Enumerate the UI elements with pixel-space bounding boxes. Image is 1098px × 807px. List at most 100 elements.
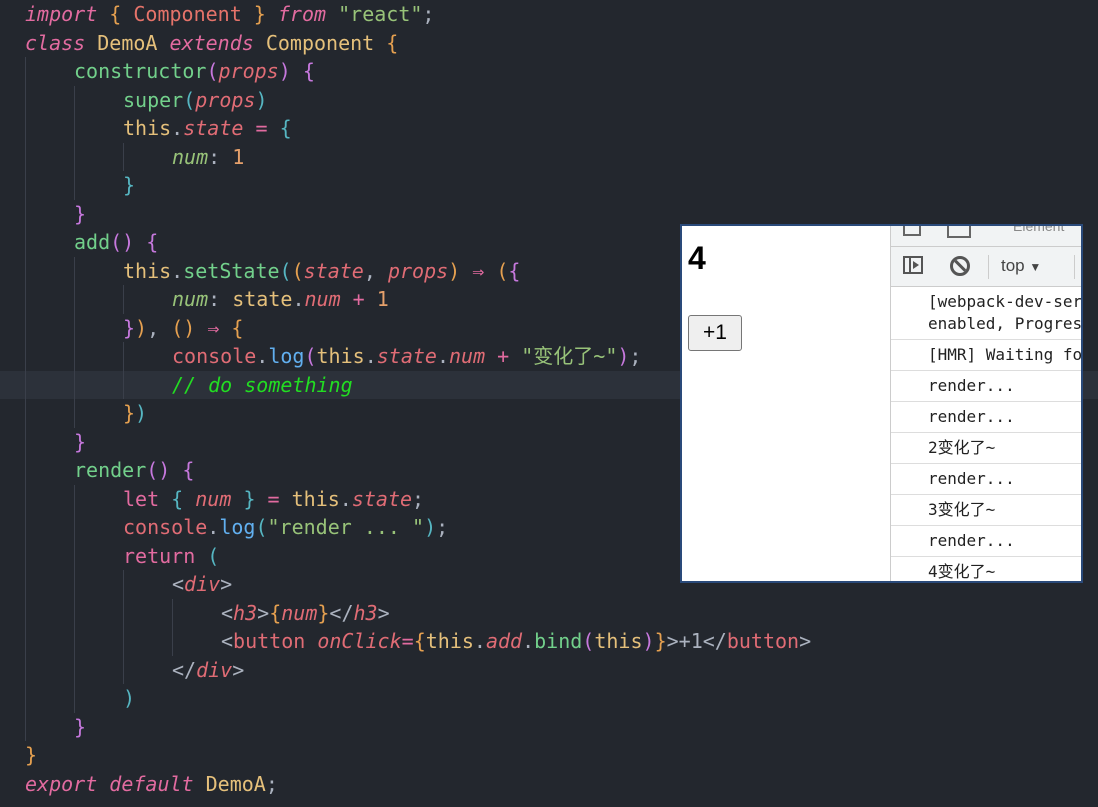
- code-line[interactable]: constructor(props) {: [0, 57, 1098, 86]
- indent-guide: [25, 655, 26, 684]
- code-token: bind: [534, 629, 583, 653]
- indent-guide: [74, 513, 75, 542]
- code-token: button: [233, 629, 306, 653]
- code-token: }: [25, 743, 38, 767]
- console-message: render...: [891, 526, 1081, 557]
- code-token: props: [195, 87, 256, 112]
- indent-guide: [25, 399, 26, 428]
- code-token: {: [231, 315, 244, 340]
- code-line[interactable]: num: 1: [0, 142, 1098, 171]
- code-token: .: [171, 116, 184, 140]
- indent-guide: [25, 85, 26, 114]
- indent-guide: [25, 370, 26, 399]
- clear-console-icon[interactable]: [950, 256, 970, 276]
- dropdown-arrow-icon: ▼: [1029, 260, 1042, 274]
- code-token: div: [196, 657, 233, 682]
- console-messages: [webpack-dev-server] enabled, Progress[H…: [891, 287, 1081, 581]
- code-token: state: [303, 258, 364, 283]
- code-text: this.setState((state, props) ⇒ ({: [123, 257, 520, 286]
- indent-guide: [25, 285, 26, 314]
- indent-guide: [74, 370, 75, 399]
- code-line[interactable]: </div>: [0, 655, 1098, 685]
- indent-guide: [74, 627, 75, 656]
- code-line[interactable]: export default DemoA;: [0, 770, 1098, 799]
- increment-button[interactable]: +1: [688, 315, 742, 351]
- code-line[interactable]: }: [0, 741, 1098, 770]
- code-token: 1: [232, 144, 245, 169]
- indent-guide: [74, 570, 75, 599]
- code-line[interactable]: this.state = {: [0, 114, 1098, 143]
- code-token: this: [594, 629, 643, 653]
- code-token: constructor: [74, 59, 207, 83]
- code-token: this: [291, 486, 340, 511]
- code-token: props: [387, 258, 449, 283]
- code-line[interactable]: import { Component } from "react";: [0, 0, 1098, 29]
- code-token: (: [291, 258, 304, 283]
- indent-guide: [74, 399, 75, 428]
- indent-guide: [25, 171, 26, 200]
- code-line[interactable]: class DemoA extends Component {: [0, 29, 1098, 58]
- console-message: 4变化了~: [891, 557, 1081, 581]
- indent-guide: [74, 342, 75, 371]
- code-token: :: [208, 144, 233, 169]
- code-text: super(props): [123, 86, 268, 115]
- code-token: DemoA: [85, 30, 170, 55]
- indent-guide: [25, 427, 26, 456]
- code-token: .: [292, 287, 305, 311]
- code-token: state: [376, 344, 437, 368]
- indent-guide: [74, 684, 75, 713]
- divider: [988, 255, 989, 279]
- code-token: .: [436, 344, 449, 368]
- code-token: >+1: [666, 629, 703, 653]
- code-token: {: [413, 629, 426, 653]
- indent-guide: [25, 199, 26, 228]
- code-token: (: [582, 629, 595, 653]
- code-token: "变化了~": [521, 344, 618, 368]
- indent-guide: [172, 627, 173, 656]
- context-select[interactable]: top ▼: [1001, 256, 1041, 276]
- indent-guide: [74, 256, 75, 285]
- code-text: }: [74, 713, 86, 742]
- indent-guide: [25, 627, 26, 656]
- code-text: this.state = {: [123, 114, 292, 143]
- indent-guide: [123, 142, 124, 171]
- code-token: (): [146, 458, 171, 482]
- code-token: this: [425, 629, 474, 653]
- code-token: ): [424, 515, 437, 539]
- code-token: <: [221, 600, 234, 625]
- code-line[interactable]: ): [0, 684, 1098, 713]
- code-token: }: [243, 486, 256, 511]
- code-token: .: [473, 629, 486, 653]
- code-token: add: [74, 230, 111, 254]
- code-token: </: [702, 629, 727, 653]
- code-token: >: [377, 600, 390, 625]
- code-token: "react": [338, 2, 423, 26]
- code-text: </div>: [172, 656, 244, 685]
- code-token: ): [642, 629, 655, 653]
- code-token: ,: [363, 258, 388, 283]
- code-token: log: [268, 344, 305, 368]
- code-line[interactable]: }: [0, 712, 1098, 742]
- code-token: let: [123, 486, 160, 511]
- code-token: ⇒: [460, 258, 497, 283]
- indent-guide: [123, 285, 124, 314]
- code-line[interactable]: <button onClick={this.add.bind(this)}>+1…: [0, 627, 1098, 656]
- code-token: }: [74, 714, 87, 739]
- code-line[interactable]: <h3>{num}</h3>: [0, 598, 1098, 627]
- tab-elements[interactable]: Element: [1013, 226, 1064, 234]
- inspect-icon[interactable]: [903, 226, 921, 236]
- code-token: state: [183, 116, 244, 140]
- code-token: default: [109, 771, 194, 796]
- code-token: }: [74, 201, 87, 226]
- sidebar-toggle-icon[interactable]: [903, 256, 923, 274]
- code-token: onClick: [317, 629, 402, 653]
- code-line[interactable]: }: [0, 171, 1098, 200]
- code-token: ): [123, 686, 136, 710]
- code-token: }: [317, 600, 330, 625]
- code-token: div: [184, 572, 221, 596]
- code-token: (): [171, 315, 196, 340]
- context-label: top: [1001, 256, 1025, 275]
- code-line[interactable]: super(props): [0, 85, 1098, 115]
- device-toolbar-icon[interactable]: [947, 226, 971, 238]
